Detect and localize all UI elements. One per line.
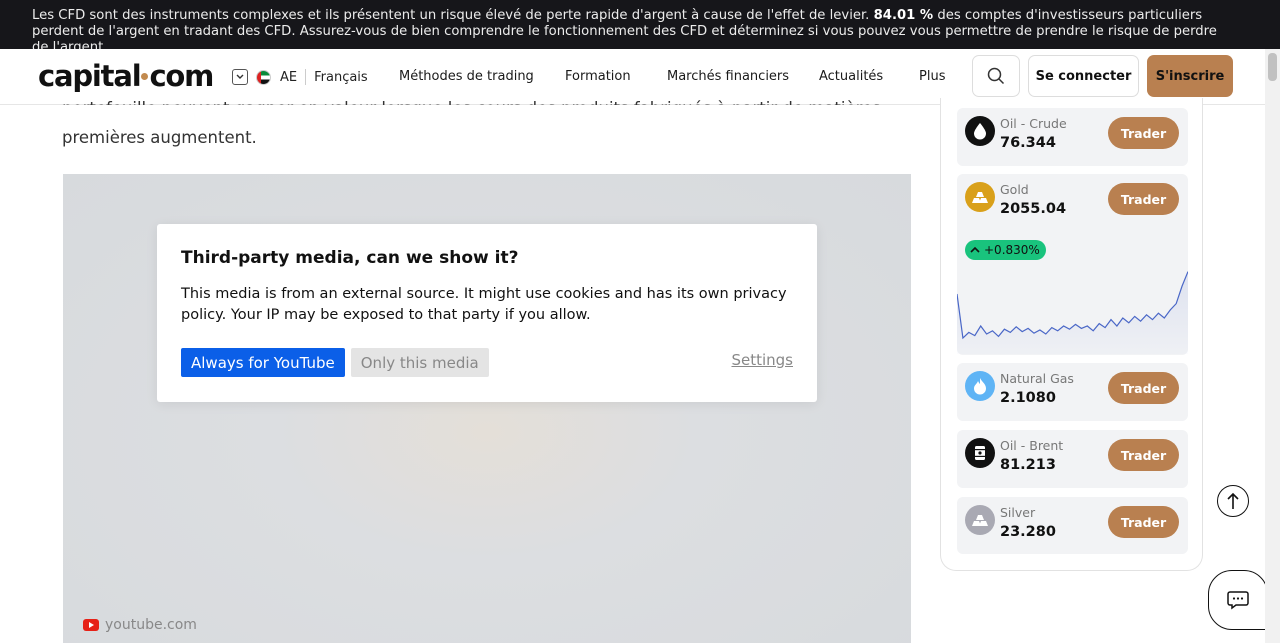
region-selector[interactable]: AE Français	[232, 69, 368, 85]
article-body: portefeuille peuvent gagner en valeur lo…	[62, 94, 912, 152]
trend-area	[957, 271, 1188, 354]
trade-button[interactable]: Trader	[1108, 183, 1179, 215]
always-allow-button[interactable]: Always for YouTube	[181, 348, 345, 377]
markets-sidebar: Oil - Crude 76.344 Trader Gold 2055.04 T…	[940, 98, 1203, 571]
risk-warning-banner: Les CFD sont des instruments complexes e…	[0, 0, 1280, 55]
oil-barrel-icon	[965, 438, 995, 468]
search-icon	[987, 67, 1005, 85]
capital-logo[interactable]: capital com	[38, 59, 214, 93]
trade-button[interactable]: Trader	[1108, 506, 1179, 538]
arrow-up-icon	[970, 246, 980, 253]
asset-card-silver[interactable]: Silver 23.280 Trader	[957, 497, 1188, 554]
youtube-icon	[83, 619, 99, 631]
price-change-value: +0.830%	[984, 243, 1040, 257]
trade-button[interactable]: Trader	[1108, 439, 1179, 471]
scrollbar-thumb[interactable]	[1268, 53, 1277, 81]
asset-name: Oil - Brent	[1000, 438, 1064, 453]
consent-title: Third-party media, can we show it?	[181, 248, 519, 268]
asset-card-oil-crude[interactable]: Oil - Crude 76.344 Trader	[957, 108, 1188, 166]
video-embed: Third-party media, can we show it? This …	[63, 174, 911, 643]
asset-price: 81.213	[1000, 457, 1056, 473]
asset-price: 2055.04	[1000, 201, 1067, 217]
video-source[interactable]: youtube.com	[83, 617, 197, 633]
chat-button[interactable]	[1208, 570, 1268, 630]
divider	[305, 69, 307, 85]
gold-bars-icon	[965, 182, 995, 212]
asset-name: Natural Gas	[1000, 371, 1074, 386]
nav-financial-markets[interactable]: Marchés financiers	[667, 69, 789, 84]
consent-settings-link[interactable]: Settings	[731, 351, 793, 369]
nav-formation[interactable]: Formation	[565, 69, 631, 84]
asset-price: 23.280	[1000, 524, 1056, 540]
trade-button[interactable]: Trader	[1108, 117, 1179, 149]
allow-once-button[interactable]: Only this media	[350, 348, 489, 377]
nav-news[interactable]: Actualités	[819, 69, 883, 84]
login-button[interactable]: Se connecter	[1028, 55, 1139, 97]
asset-card-oil-brent[interactable]: Oil - Brent 81.213 Trader	[957, 430, 1188, 488]
scroll-to-top-button[interactable]	[1217, 485, 1249, 517]
oil-drop-icon	[965, 116, 995, 146]
consent-dialog: Third-party media, can we show it? This …	[157, 224, 817, 402]
signup-button[interactable]: S'inscrire	[1147, 55, 1233, 97]
article-line: premières augmentent.	[62, 128, 257, 147]
asset-name: Silver	[1000, 505, 1036, 520]
region-code: AE	[280, 69, 298, 85]
price-change-badge: +0.830%	[965, 240, 1046, 260]
risk-percent: 84.01 %	[873, 8, 934, 23]
language-selector[interactable]: Français	[314, 70, 368, 85]
video-source-label: youtube.com	[105, 617, 197, 633]
trade-button[interactable]: Trader	[1108, 372, 1179, 404]
uae-flag-icon	[256, 69, 271, 85]
chat-icon	[1227, 591, 1249, 610]
page-scrollbar[interactable]	[1265, 49, 1280, 643]
article-line-partial: portefeuille peuvent gagner en valeur lo…	[62, 94, 912, 105]
asset-price: 76.344	[1000, 135, 1056, 151]
gold-trend-chart	[957, 271, 1188, 354]
silver-bars-icon	[965, 505, 995, 535]
consent-actions: Always for YouTube Only this media	[181, 348, 489, 377]
consent-body: This media is from an external source. I…	[181, 286, 787, 323]
flame-icon	[965, 371, 995, 401]
search-button[interactable]	[972, 55, 1020, 97]
risk-text-before: Les CFD sont des instruments complexes e…	[32, 8, 870, 23]
asset-card-gold[interactable]: Gold 2055.04 Trader +0.830%	[957, 174, 1188, 355]
asset-card-natural-gas[interactable]: Natural Gas 2.1080 Trader	[957, 363, 1188, 421]
asset-price: 2.1080	[1000, 390, 1056, 406]
asset-name: Gold	[1000, 182, 1029, 197]
chevron-down-icon	[232, 69, 248, 85]
nav-trading-methods[interactable]: Méthodes de trading	[399, 69, 534, 84]
arrow-up-icon	[1227, 492, 1239, 509]
asset-name: Oil - Crude	[1000, 116, 1067, 131]
nav-more[interactable]: Plus	[919, 69, 945, 84]
